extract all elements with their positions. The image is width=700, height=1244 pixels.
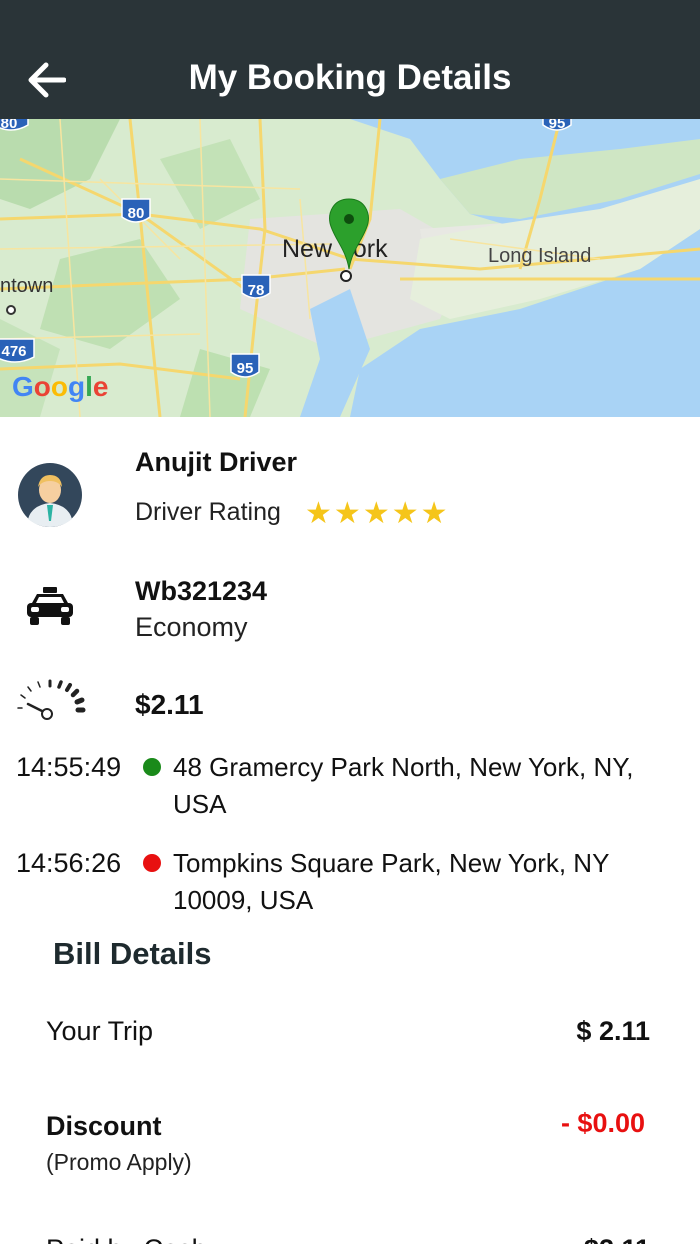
highway-shield-78: 78 <box>241 274 271 299</box>
map-label-new-york: New York <box>282 235 388 263</box>
star-icon: ★ <box>391 497 419 530</box>
highway-shield-95: 95 <box>230 353 260 378</box>
dropoff-address: Tompkins Square Park, New York, NY 10009… <box>173 848 609 915</box>
highway-shield-80: 80 <box>121 198 151 223</box>
star-icon: ★ <box>420 497 448 530</box>
trip-fare: $2.11 <box>135 689 204 720</box>
paid-by-cash-label: Paid by Cash <box>46 1234 207 1244</box>
google-logo: Google <box>12 371 108 402</box>
map-label-long-island: Long Island <box>488 245 591 267</box>
svg-text:476: 476 <box>1 343 26 360</box>
svg-text:95: 95 <box>549 119 566 132</box>
discount-subtitle: (Promo Apply) <box>46 1149 192 1175</box>
star-icon: ★ <box>333 497 361 530</box>
top-app-bar: My Booking Details <box>0 0 700 119</box>
pickup-time: 14:55:49 <box>16 752 122 782</box>
vehicle-type: Economy <box>135 612 248 642</box>
driver-avatar-icon <box>18 463 82 527</box>
discount-label: Discount <box>46 1111 162 1141</box>
dropoff-time: 14:56:26 <box>16 848 122 878</box>
your-trip-value: $ 2.11 <box>576 1016 650 1046</box>
discount-value: - $0.00 <box>560 1108 645 1138</box>
taxi-icon <box>27 587 73 625</box>
route-map[interactable]: New York Long Island ntown 80 78 95 476 <box>0 119 700 417</box>
driver-name: Anujit Driver <box>135 447 298 477</box>
bill-details-title: Bill Details <box>53 936 212 971</box>
map-label-allentown: ntown <box>0 275 53 297</box>
svg-text:78: 78 <box>248 282 265 299</box>
star-icon: ★ <box>305 497 332 530</box>
meter-icon <box>17 679 86 720</box>
paid-by-cash-value: $2.11 <box>584 1234 650 1244</box>
svg-text:80: 80 <box>1 119 18 132</box>
highway-shield-476: 476 <box>0 338 35 363</box>
dropoff-dot-icon <box>143 854 161 872</box>
your-trip-label: Your Trip <box>46 1016 154 1046</box>
pickup-dot-icon <box>143 758 161 776</box>
driver-rating-stars: ★ ★ ★ ★ ★ <box>305 498 448 530</box>
svg-text:80: 80 <box>128 205 145 222</box>
svg-text:95: 95 <box>237 360 254 377</box>
pickup-address: 48 Gramercy Park North, New York, NY, US… <box>173 752 634 819</box>
driver-rating-label: Driver Rating <box>135 498 281 526</box>
page-title: My Booking Details <box>188 58 512 97</box>
vehicle-plate: Wb321234 <box>135 576 268 606</box>
star-icon: ★ <box>362 497 390 530</box>
